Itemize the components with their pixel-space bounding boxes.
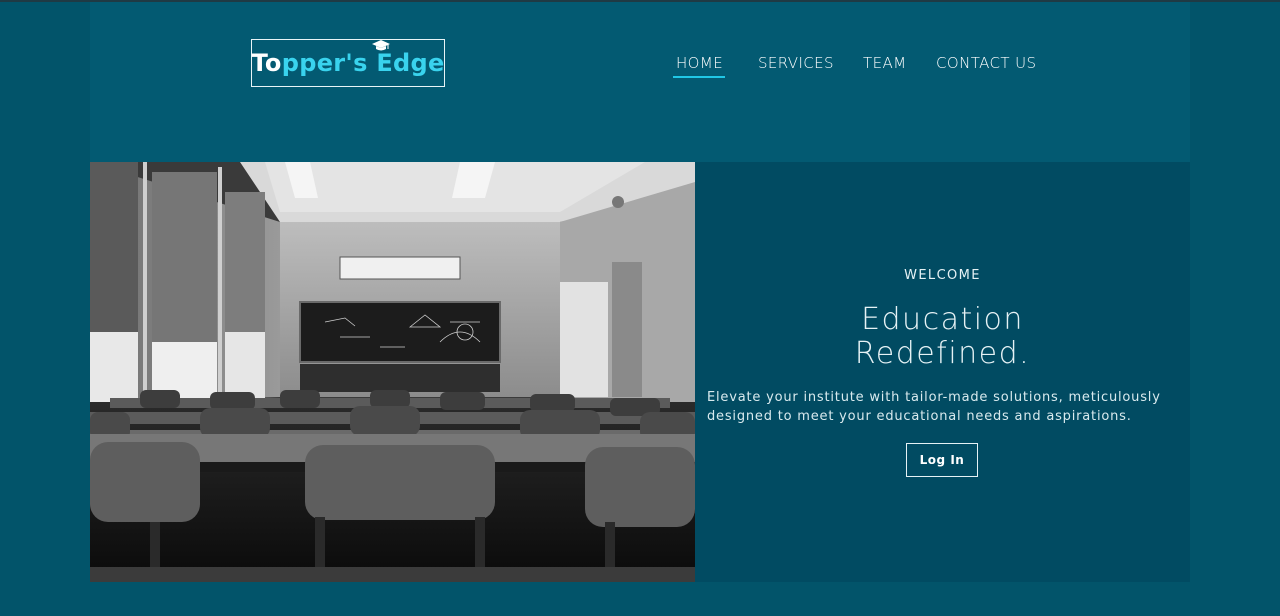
brand-logo-text: Topper's Edge (251, 40, 445, 77)
headline-line2: Redefined. (854, 336, 1031, 371)
hero-headline: Education Redefined. (695, 303, 1190, 371)
hero-panel: WELCOME Education Redefined. Elevate you… (695, 162, 1190, 582)
logo-text-part4: Edge (376, 49, 445, 77)
logo-text-part2: pp (281, 49, 317, 77)
classroom-illustration (90, 162, 695, 582)
login-button[interactable]: Log In (906, 443, 978, 477)
nav-services[interactable]: SERVICES (758, 54, 834, 72)
nav-contact-us[interactable]: CONTACT US (936, 54, 1036, 72)
nav-home[interactable]: HOME (676, 54, 723, 72)
hero-description: Elevate your institute with tailor-made … (707, 390, 1161, 424)
logo-text-part3: er's (316, 49, 377, 77)
nav-active-indicator (673, 76, 725, 78)
classroom-photo (90, 162, 695, 582)
welcome-label: WELCOME (904, 268, 981, 283)
logo-text-part1: To (251, 49, 282, 77)
graduation-cap-icon (372, 40, 391, 51)
nav-team[interactable]: TEAM (863, 54, 906, 72)
headline-line1: Education (861, 302, 1024, 337)
brand-logo[interactable]: Topper's Edge (251, 39, 445, 87)
